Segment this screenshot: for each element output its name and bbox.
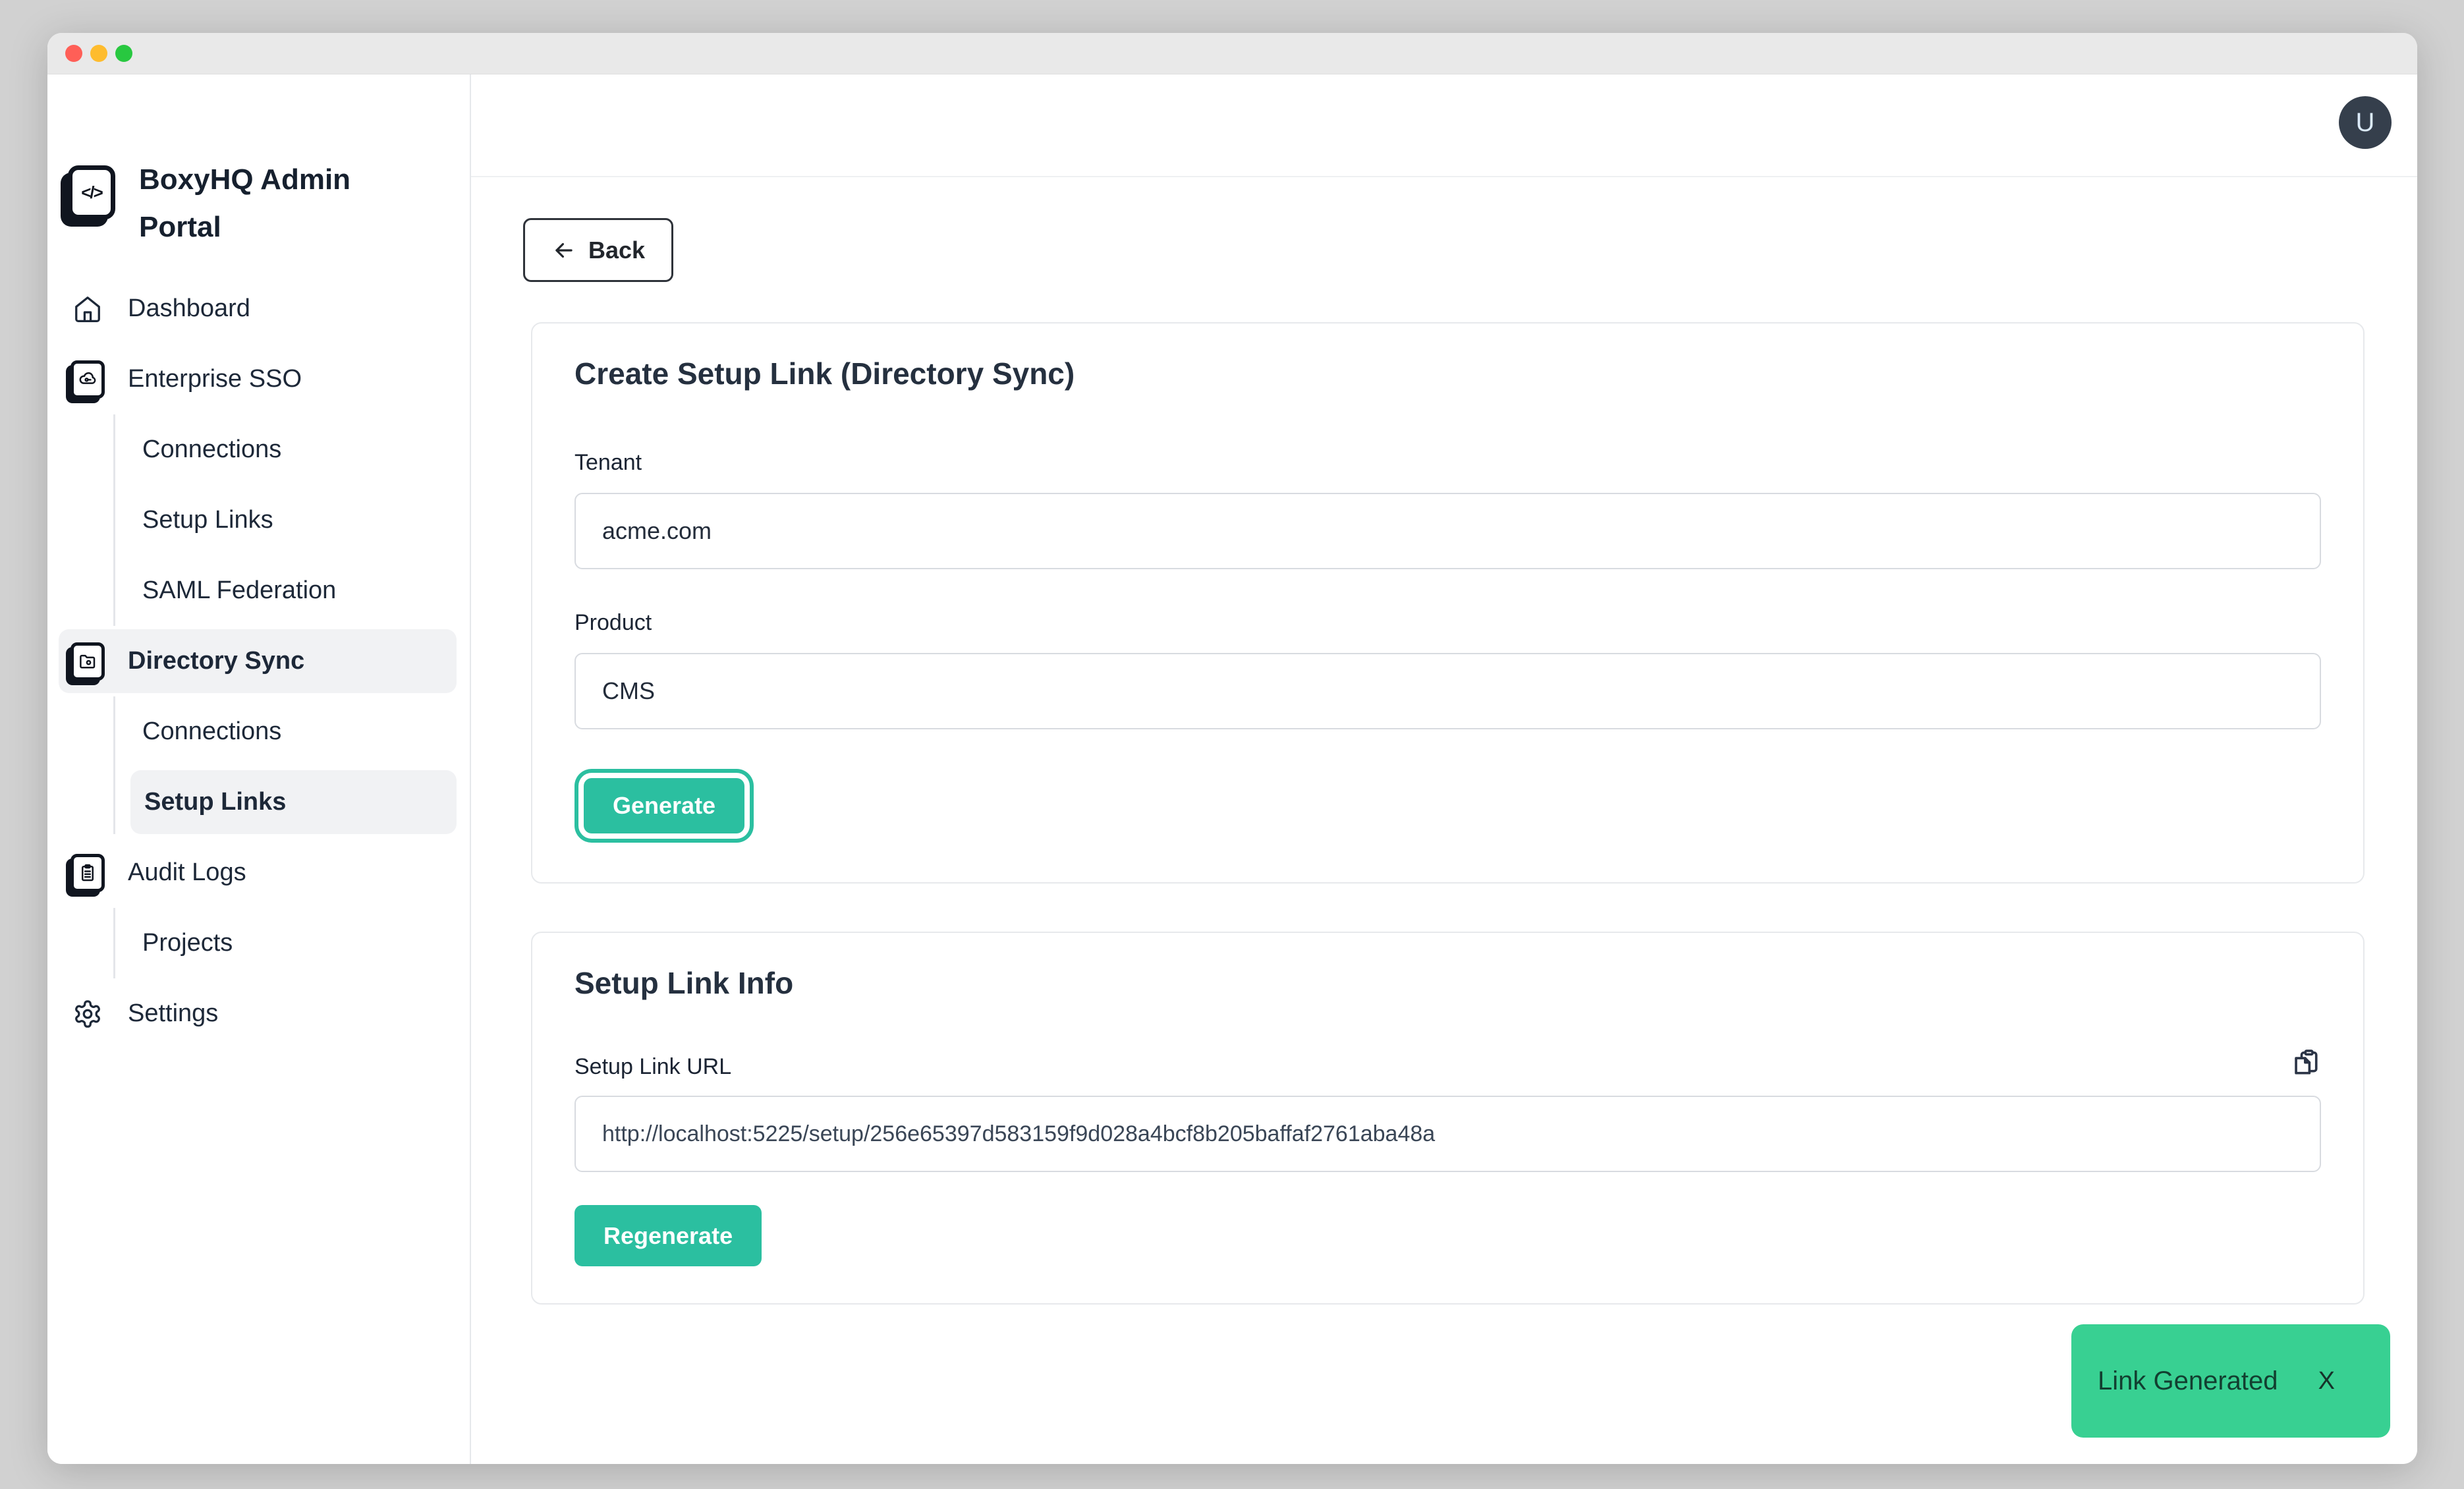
desktop-background: </> BoxyHQ Admin Portal Dashboard [0, 0, 2464, 1489]
sidebar-item-label: SAML Federation [142, 576, 336, 605]
logo-glyph: </> [81, 183, 102, 203]
copy-icon [2291, 1048, 2321, 1078]
clipboard-tile-icon [68, 854, 107, 892]
sidebar-item-enterprise-sso[interactable]: Enterprise SSO [47, 344, 470, 414]
directory-sync-subnav: Connections Setup Links [113, 696, 470, 834]
gear-icon [68, 999, 107, 1029]
arrow-left-icon [551, 238, 576, 263]
app-title: BoxyHQ Admin Portal [139, 156, 383, 251]
sidebar-item-sso-connections[interactable]: Connections [115, 414, 470, 485]
sidebar-item-label: Setup Links [144, 788, 286, 816]
sidebar-item-label: Dashboard [128, 295, 250, 323]
app-window: </> BoxyHQ Admin Portal Dashboard [47, 33, 2417, 1464]
toast-link-generated: Link Generated X [2071, 1324, 2390, 1438]
avatar-initial: U [2356, 108, 2375, 138]
toast-message: Link Generated [2098, 1366, 2278, 1396]
close-icon: X [2318, 1367, 2335, 1395]
back-button-label: Back [588, 237, 645, 264]
product-input[interactable] [574, 653, 2321, 729]
sidebar-item-label: Settings [128, 999, 218, 1028]
create-setup-link-card: Create Setup Link (Directory Sync) Tenan… [531, 322, 2365, 884]
sidebar-item-projects[interactable]: Projects [115, 908, 470, 978]
sidebar-item-label: Enterprise SSO [128, 365, 302, 393]
sidebar-item-dsync-connections[interactable]: Connections [115, 696, 470, 767]
sidebar-item-sso-setup-links[interactable]: Setup Links [115, 485, 470, 555]
toast-close-button[interactable]: X [2318, 1367, 2335, 1395]
home-icon [68, 294, 107, 324]
info-card-title: Setup Link Info [574, 965, 2321, 1001]
sidebar-item-label: Audit Logs [128, 858, 246, 887]
sso-cloud-tile-icon [68, 360, 107, 399]
sidebar-item-settings[interactable]: Settings [47, 978, 470, 1049]
close-window-icon[interactable] [65, 45, 82, 62]
regenerate-button-label: Regenerate [603, 1222, 733, 1250]
sidebar-item-dsync-setup-links[interactable]: Setup Links [130, 770, 457, 834]
generate-button[interactable]: Generate [584, 778, 744, 833]
sidebar-item-label: Setup Links [142, 506, 273, 534]
sidebar: </> BoxyHQ Admin Portal Dashboard [47, 74, 471, 1464]
setup-link-info-card: Setup Link Info Setup Link URL [531, 932, 2365, 1305]
boxyhq-logo-icon: </> [68, 165, 115, 219]
back-button[interactable]: Back [523, 218, 673, 282]
top-header: U [471, 74, 2417, 177]
sidebar-item-label: Connections [142, 717, 281, 746]
url-label-row: Setup Link URL [574, 1048, 2321, 1080]
sidebar-item-dashboard[interactable]: Dashboard [47, 273, 470, 344]
window-titlebar [47, 33, 2417, 74]
tenant-label: Tenant [574, 450, 2321, 476]
setup-link-url-label: Setup Link URL [574, 1054, 731, 1080]
main-area: U Back Create Setup Link (Directory Sync… [471, 74, 2417, 1464]
create-card-title: Create Setup Link (Directory Sync) [574, 355, 2321, 392]
sidebar-item-label: Directory Sync [128, 647, 304, 675]
sidebar-item-directory-sync[interactable]: Directory Sync [59, 629, 457, 693]
copy-button[interactable] [2291, 1048, 2321, 1080]
zoom-window-icon[interactable] [115, 45, 132, 62]
audit-logs-subnav: Projects [113, 908, 470, 978]
sidebar-item-audit-logs[interactable]: Audit Logs [47, 837, 470, 908]
sidebar-item-label: Connections [142, 435, 281, 464]
brand: </> BoxyHQ Admin Portal [47, 74, 470, 251]
sidebar-item-label: Projects [142, 929, 233, 957]
enterprise-sso-subnav: Connections Setup Links SAML Federation [113, 414, 470, 626]
regenerate-button[interactable]: Regenerate [574, 1205, 762, 1266]
sidebar-item-saml-federation[interactable]: SAML Federation [115, 555, 470, 626]
product-label: Product [574, 610, 2321, 636]
sidebar-nav: Dashboard Enterpri [47, 273, 470, 1049]
page-content: Back Create Setup Link (Directory Sync) … [471, 177, 2417, 1305]
generate-button-label: Generate [613, 792, 715, 820]
tenant-input[interactable] [574, 493, 2321, 569]
app-body: </> BoxyHQ Admin Portal Dashboard [47, 74, 2417, 1464]
minimize-window-icon[interactable] [90, 45, 107, 62]
user-avatar[interactable]: U [2339, 96, 2392, 149]
setup-link-url-input[interactable] [574, 1096, 2321, 1172]
folder-sync-tile-icon [68, 642, 107, 681]
